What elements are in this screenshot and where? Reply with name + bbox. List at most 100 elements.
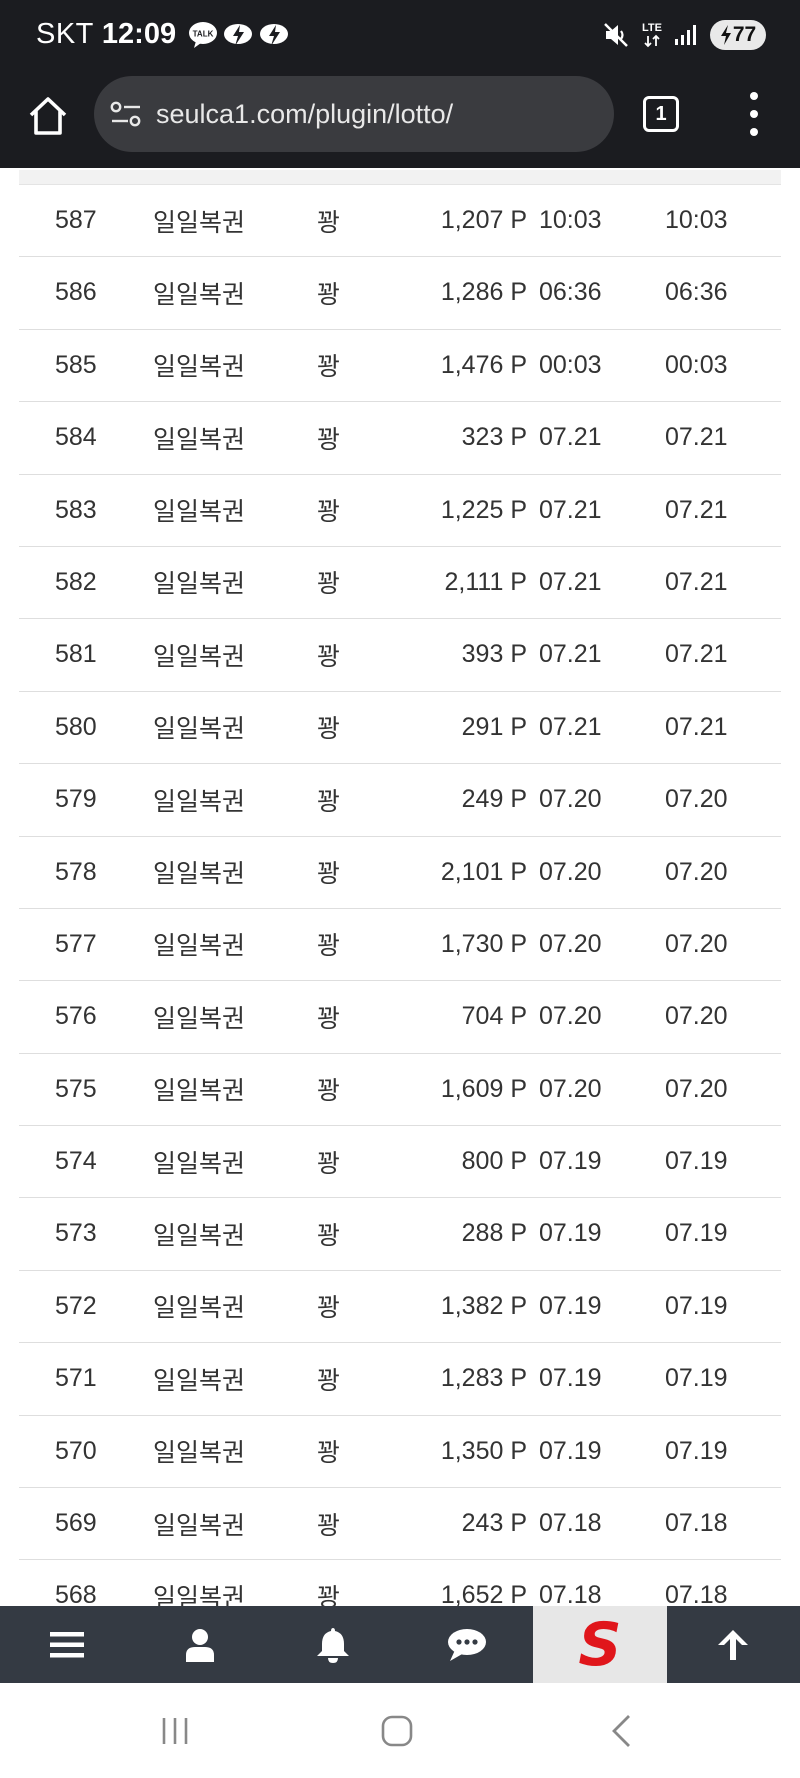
row-title: 일일복권 [153,1149,246,1178]
table-row[interactable]: 568 일일복권 꽝 1,652 P 07.18 07.18 [19,1560,781,1606]
row-date-secondary: 06:36 [665,278,728,307]
row-number: 581 [55,640,97,669]
signal-icon [675,25,696,45]
tune-icon [110,101,141,127]
url-text: seulca1.com/plugin/lotto/ [156,98,454,129]
row-points: 1,286 P [440,278,527,307]
row-date: 07.19 [539,1436,602,1465]
address-bar[interactable]: seulca1.com/plugin/lotto/ [94,76,614,152]
table-row[interactable]: 570 일일복권 꽝 1,350 P 07.19 07.19 [19,1416,781,1489]
row-result: 꽝 [317,1221,341,1250]
row-date-secondary: 07.19 [665,1291,728,1320]
site-logo: S [570,1613,630,1677]
row-number: 575 [55,1074,97,1103]
back-nav-button[interactable] [606,1713,636,1749]
nav-site-logo-button[interactable]: S [533,1606,667,1683]
table-row[interactable]: 580 일일복권 꽝 291 P 07.21 07.21 [19,692,781,765]
table-row[interactable]: 581 일일복권 꽝 393 P 07.21 07.21 [19,619,781,692]
row-number: 578 [55,857,97,886]
row-points: 291 P [461,712,527,741]
row-number: 568 [55,1581,97,1606]
row-title: 일일복권 [153,208,246,237]
row-number: 587 [55,206,97,234]
table-row[interactable]: 583 일일복권 꽝 1,225 P 07.21 07.21 [19,475,781,547]
browser-menu-button[interactable] [746,92,762,136]
tab-count-label: 1 [655,102,667,125]
row-number: 577 [55,929,97,958]
row-points: 1,652 P [440,1581,527,1606]
row-date-secondary: 07.19 [665,1364,728,1393]
nav-chat-button[interactable] [400,1606,533,1683]
recent-apps-button[interactable] [158,1713,192,1749]
row-title: 일일복권 [153,1366,246,1395]
recent-apps-icon [162,1718,188,1744]
table-row[interactable]: 576 일일복권 꽝 704 P 07.20 07.20 [19,981,781,1054]
home-icon [29,97,67,135]
table-row[interactable]: 569 일일복권 꽝 243 P 07.18 07.18 [19,1488,781,1561]
system-navigation-bar [0,1683,800,1778]
row-result: 꽝 [317,208,341,237]
table-row[interactable]: 584 일일복권 꽝 323 P 07.21 07.21 [19,402,781,475]
nav-user-button[interactable] [133,1606,266,1683]
menu-dot [750,110,758,118]
row-result: 꽝 [317,425,341,454]
row-points: 1,283 P [440,1364,527,1393]
row-date: 07.21 [539,567,602,596]
table-row[interactable]: 582 일일복권 꽝 2,111 P 07.21 07.21 [19,547,781,620]
table-row[interactable]: 587 일일복권 꽝 1,207 P 10:03 10:03 [19,185,781,258]
status-bar: SKT 12:09 TALK LTE 77 [0,0,800,72]
row-date: 07.18 [539,1509,602,1538]
row-date: 07.21 [539,423,602,452]
table-row[interactable]: 572 일일복권 꽝 1,382 P 07.19 07.19 [19,1271,781,1344]
row-title: 일일복권 [153,1294,246,1323]
row-result: 꽝 [317,1077,341,1106]
battery-indicator: 77 [710,20,766,50]
row-title: 일일복권 [153,642,246,671]
site-logo-letter: S [578,1609,622,1680]
row-date: 07.19 [539,1147,602,1176]
row-title: 일일복권 [153,1511,246,1540]
table-row[interactable]: 579 일일복권 꽝 249 P 07.20 07.20 [19,764,781,837]
row-number: 579 [55,785,97,814]
table-row[interactable]: 586 일일복권 꽝 1,286 P 06:36 06:36 [19,257,781,330]
row-date-secondary: 07.21 [665,495,728,524]
home-button[interactable] [26,94,70,138]
row-points: 2,111 P [444,567,527,596]
row-title: 일일복권 [153,715,246,744]
row-points: 800 P [461,1147,527,1176]
lte-label: LTE [642,21,662,34]
row-points: 288 P [461,1219,527,1248]
table-row[interactable]: 573 일일복권 꽝 288 P 07.19 07.19 [19,1198,781,1271]
row-result: 꽝 [317,860,341,889]
row-date-secondary: 07.18 [665,1581,728,1606]
table-row[interactable]: 585 일일복권 꽝 1,476 P 00:03 00:03 [19,330,781,403]
cloud-bolt-icon [260,23,289,46]
site-settings-button[interactable] [110,100,142,128]
tab-switcher-button[interactable]: 1 [643,96,679,132]
table-row[interactable]: 577 일일복권 꽝 1,730 P 07.20 07.20 [19,909,781,982]
row-title: 일일복권 [153,498,246,527]
nav-menu-button[interactable] [0,1606,133,1683]
charging-bolt-icon [720,25,731,45]
row-date: 07.20 [539,929,602,958]
table-row[interactable]: 571 일일복권 꽝 1,283 P 07.19 07.19 [19,1343,781,1416]
row-date-secondary: 07.21 [665,567,728,596]
row-date: 07.20 [539,1002,602,1031]
row-title: 일일복권 [153,280,246,309]
row-number: 570 [55,1436,97,1465]
table-row[interactable]: 574 일일복권 꽝 800 P 07.19 07.19 [19,1126,781,1199]
home-rounded-square-icon [381,1715,413,1747]
home-nav-button[interactable] [380,1713,414,1749]
back-chevron-icon [612,1715,630,1747]
row-points: 323 P [461,423,527,452]
bell-icon [317,1627,350,1663]
row-points: 1,476 P [440,350,527,379]
row-date-secondary: 07.20 [665,785,728,814]
row-title: 일일복권 [153,1439,246,1468]
nav-scroll-top-button[interactable] [667,1606,800,1683]
nav-notifications-button[interactable] [267,1606,400,1683]
row-points: 393 P [461,640,527,669]
table-row[interactable]: 578 일일복권 꽝 2,101 P 07.20 07.20 [19,837,781,909]
row-date: 07.19 [539,1364,602,1393]
table-row[interactable]: 575 일일복권 꽝 1,609 P 07.20 07.20 [19,1054,781,1127]
